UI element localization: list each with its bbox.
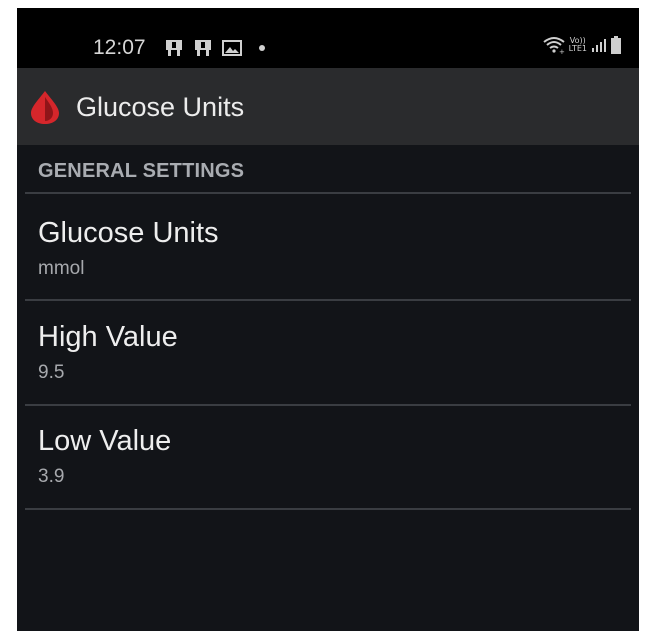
divider	[25, 299, 631, 301]
pref-title: Low Value	[38, 425, 172, 457]
volte-lte-icon: Vo)) LTE1	[569, 37, 587, 53]
dot-icon	[259, 45, 265, 51]
image-icon	[222, 40, 242, 56]
signal-icon	[592, 39, 606, 52]
divider	[25, 404, 631, 406]
pref-summary: 9.5	[38, 362, 65, 383]
blood-drop-icon	[31, 91, 59, 124]
pref-summary: mmol	[38, 258, 85, 279]
phone-screen: 12:07 + Vo)) LTE1 Glucose Units GENERAL …	[17, 8, 639, 631]
status-bar: 12:07 + Vo)) LTE1	[17, 8, 639, 68]
status-time: 12:07	[93, 36, 146, 59]
section-header-general: GENERAL SETTINGS	[38, 160, 245, 182]
divider	[25, 508, 631, 510]
page-title: Glucose Units	[76, 92, 245, 122]
svg-text:+: +	[559, 48, 565, 54]
pref-title: High Value	[38, 321, 178, 353]
wifi-icon: +	[542, 37, 565, 54]
system-status-icons: + Vo)) LTE1	[542, 36, 621, 54]
pref-low-value[interactable]: Low Value 3.9	[38, 424, 618, 488]
pref-title: Glucose Units	[38, 217, 219, 249]
notification-icons	[164, 38, 267, 58]
notification-app-icon	[195, 40, 211, 56]
battery-icon	[611, 36, 621, 54]
app-toolbar: Glucose Units	[17, 68, 639, 145]
volte-bottom-label: LTE1	[568, 44, 587, 53]
notification-app-icon	[166, 40, 182, 56]
pref-glucose-units[interactable]: Glucose Units mmol	[38, 216, 618, 280]
pref-high-value[interactable]: High Value 9.5	[38, 320, 618, 384]
pref-summary: 3.9	[38, 466, 65, 487]
divider	[25, 192, 631, 194]
